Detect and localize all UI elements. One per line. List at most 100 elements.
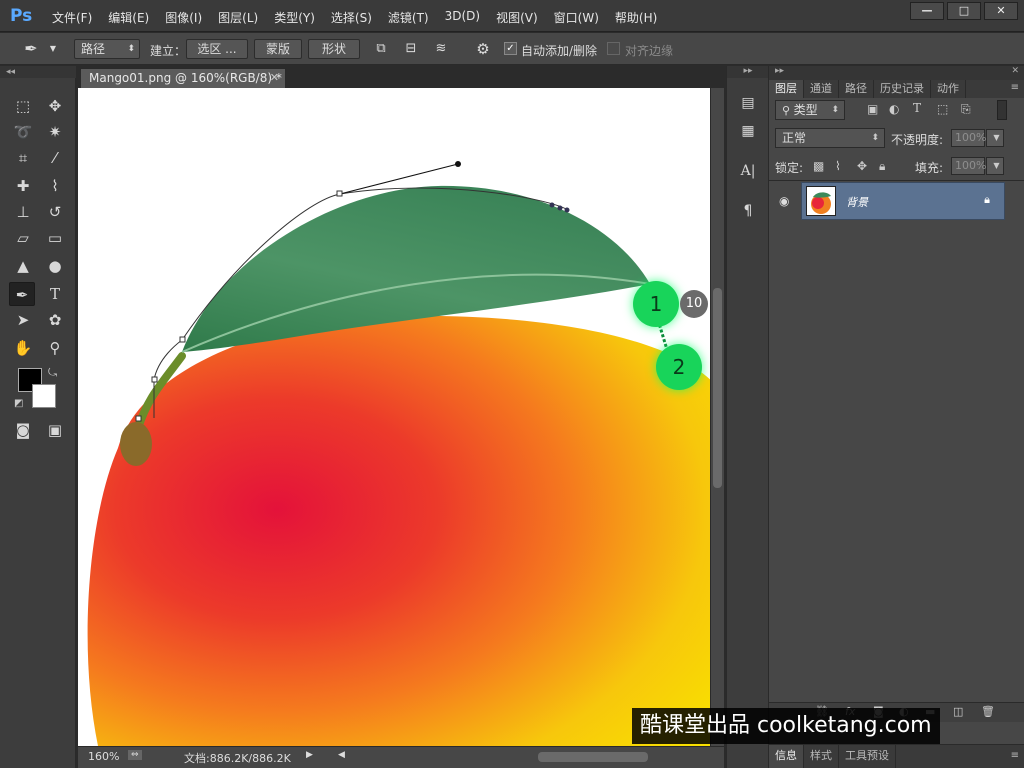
lock-pixels-icon[interactable]: ⌇ <box>835 159 841 173</box>
marquee-tool-icon[interactable]: ⬚ <box>10 94 36 118</box>
eraser-tool-icon[interactable]: ▱ <box>10 226 36 250</box>
filter-smart-object-icon[interactable]: ⎘ <box>961 102 971 117</box>
lasso-tool-icon[interactable]: ➰ <box>10 120 36 144</box>
filter-pixel-icon[interactable]: ▣ <box>867 102 878 116</box>
bottom-panel-menu-icon[interactable]: ≡ <box>1011 750 1019 761</box>
tab-styles[interactable]: 样式 <box>804 745 839 768</box>
tab-layers[interactable]: 图层 <box>769 80 804 98</box>
tab-history[interactable]: 历史记录 <box>874 80 931 98</box>
path-selection-tool-icon[interactable]: ➤ <box>10 308 36 332</box>
layer-name: 背景 <box>846 196 868 209</box>
filter-type-icon[interactable]: T <box>913 101 921 115</box>
blur-tool-icon[interactable]: ▲ <box>10 254 36 278</box>
tab-actions[interactable]: 动作 <box>931 80 966 98</box>
zoom-tool-icon[interactable]: ⚲ <box>42 336 68 360</box>
menu-image[interactable]: 图像(I) <box>157 9 210 26</box>
canvas[interactable]: 1 10 2 <box>78 88 710 746</box>
menu-view[interactable]: 视图(V) <box>488 9 546 26</box>
filter-toggle[interactable] <box>997 100 1007 120</box>
document-tab[interactable]: Mango01.png @ 160%(RGB/8) * ✕ <box>80 68 286 88</box>
tab-info[interactable]: 信息 <box>769 745 804 768</box>
trash-icon[interactable]: 🗑︎ <box>981 705 995 718</box>
custom-shape-tool-icon[interactable]: ✿ <box>42 308 68 332</box>
lock-transparent-icon[interactable]: ▩ <box>813 159 824 173</box>
make-selection-button[interactable]: 选区 ... <box>186 39 248 59</box>
opacity-chevron-down-icon[interactable]: ▼ <box>986 129 1004 147</box>
status-menu-arrow-icon[interactable]: ▶ <box>306 750 313 760</box>
tab-channels[interactable]: 通道 <box>804 80 839 98</box>
preset-chevron-down-icon[interactable]: ▼ <box>44 41 62 57</box>
paragraph-panel-icon[interactable]: ¶ <box>735 200 761 222</box>
brush-tool-icon[interactable]: ⌇ <box>42 174 68 198</box>
maximize-button[interactable]: □ <box>947 2 981 20</box>
history-panel-icon[interactable]: ▤ <box>735 92 761 114</box>
history-brush-tool-icon[interactable]: ↺ <box>42 200 68 224</box>
layer-row-background[interactable]: 背景 🔒︎ <box>801 182 1005 220</box>
pen-tool-icon[interactable]: ✒ <box>9 282 35 306</box>
filter-shape-icon[interactable]: ⬚ <box>937 102 948 116</box>
vertical-scrollbar[interactable] <box>710 88 724 746</box>
menu-select[interactable]: 选择(S) <box>323 9 380 26</box>
vertical-scroll-thumb[interactable] <box>713 288 722 488</box>
swap-colors-icon[interactable]: ⤿ <box>48 366 57 380</box>
path-arrangement-icon[interactable]: ≋ <box>432 41 450 57</box>
menu-filter[interactable]: 滤镜(T) <box>380 9 437 26</box>
make-mask-button[interactable]: 蒙版 <box>254 39 302 59</box>
move-tool-icon[interactable]: ✥ <box>42 94 68 118</box>
panel-collapse-icon[interactable]: ▸▸ <box>775 66 784 76</box>
crop-tool-icon[interactable]: ⌗ <box>10 146 36 170</box>
menu-edit[interactable]: 编辑(E) <box>100 9 157 26</box>
scroll-left-icon[interactable]: ◀ <box>338 750 345 760</box>
path-alignment-icon[interactable]: ⊟ <box>402 41 420 57</box>
gear-icon[interactable]: ⚙ <box>474 41 492 57</box>
menu-3d[interactable]: 3D(D) <box>437 9 488 26</box>
menu-help[interactable]: 帮助(H) <box>607 9 665 26</box>
default-colors-icon[interactable]: ◩ <box>14 398 23 409</box>
mode-select[interactable]: 路径 ⬍ <box>74 39 140 59</box>
menu-type[interactable]: 类型(Y) <box>266 9 323 26</box>
menu-window[interactable]: 窗口(W) <box>546 9 607 26</box>
panel-menu-icon[interactable]: ≡ <box>1011 82 1019 93</box>
healing-brush-tool-icon[interactable]: ✚ <box>10 174 36 198</box>
clone-stamp-tool-icon[interactable]: ⊥ <box>10 200 36 224</box>
layer-visibility-eye-icon[interactable]: ◉ <box>779 194 789 208</box>
filter-adjustment-icon[interactable]: ◐ <box>889 102 899 116</box>
character-panel-icon[interactable]: A| <box>735 160 761 182</box>
panel-close-icon[interactable]: ✕ <box>1011 66 1019 76</box>
tools-collapse-handle[interactable]: ◂◂ <box>0 66 76 78</box>
type-tool-icon[interactable]: T <box>42 282 68 306</box>
gradient-tool-icon[interactable]: ▭ <box>42 226 68 250</box>
auto-add-delete-checkbox[interactable]: ✓ <box>504 42 517 55</box>
tab-tool-presets[interactable]: 工具预设 <box>839 745 896 768</box>
horizontal-scroll-thumb[interactable] <box>538 752 648 762</box>
fill-input[interactable]: 100% <box>951 157 986 175</box>
hand-tool-icon[interactable]: ✋ <box>10 336 36 360</box>
pen-tool-preset-icon[interactable]: ✒ <box>22 41 40 57</box>
menu-layer[interactable]: 图层(L) <box>210 9 266 26</box>
menu-file[interactable]: 文件(F) <box>44 9 100 26</box>
new-layer-icon[interactable]: ◫ <box>953 705 963 718</box>
zoom-level[interactable]: 160% <box>88 750 119 763</box>
screen-mode-icon[interactable]: ▣ <box>42 418 68 442</box>
close-button[interactable]: ✕ <box>984 2 1018 20</box>
quick-mask-icon[interactable]: ◙ <box>10 418 36 442</box>
magic-wand-tool-icon[interactable]: ✷ <box>42 120 68 144</box>
align-edges-checkbox[interactable] <box>607 42 620 55</box>
path-operations-icon[interactable]: ⧉ <box>372 41 390 57</box>
fill-chevron-down-icon[interactable]: ▼ <box>986 157 1004 175</box>
dodge-tool-icon[interactable]: ● <box>42 254 68 278</box>
make-shape-button[interactable]: 形状 <box>308 39 360 59</box>
minimize-button[interactable]: — <box>910 2 944 20</box>
tab-paths[interactable]: 路径 <box>839 80 874 98</box>
close-document-icon[interactable]: ✕ <box>270 69 279 87</box>
layer-filter-select[interactable]: ⚲ 类型 ⬍ <box>775 100 845 120</box>
status-toggle-icon[interactable]: ⇔ <box>128 750 142 760</box>
opacity-input[interactable]: 100% <box>951 129 986 147</box>
blend-mode-select[interactable]: 正常 ⬍ <box>775 128 885 148</box>
background-color-swatch[interactable] <box>32 384 56 408</box>
strip-collapse-handle[interactable]: ▸▸ <box>727 66 769 78</box>
lock-position-icon[interactable]: ✥ <box>857 159 867 173</box>
lock-all-icon[interactable]: 🔒︎ <box>879 159 885 174</box>
eyedropper-tool-icon[interactable]: ⁄ <box>42 146 68 170</box>
properties-panel-icon[interactable]: ▦ <box>735 120 761 142</box>
